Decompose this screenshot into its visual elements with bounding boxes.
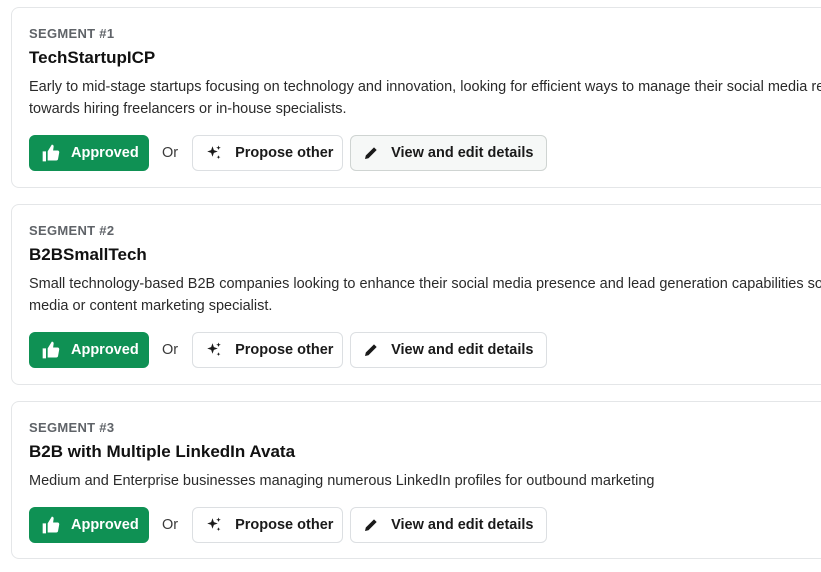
or-separator: Or xyxy=(162,145,179,161)
thumbs-up-icon xyxy=(41,515,61,535)
propose-other-button[interactable]: Propose other xyxy=(192,135,344,171)
sparkles-icon xyxy=(205,144,223,162)
segment-number-label: SEGMENT #1 xyxy=(29,26,115,41)
propose-other-label: Propose other xyxy=(235,342,334,358)
view-edit-details-button[interactable]: View and edit details xyxy=(350,135,548,171)
view-edit-details-button[interactable]: View and edit details xyxy=(350,332,548,368)
segment-actions: Approved Or Propose other View and edit … xyxy=(29,507,548,543)
thumbs-up-icon xyxy=(41,340,61,360)
sparkles-icon xyxy=(205,516,223,534)
propose-other-label: Propose other xyxy=(235,145,334,161)
approved-button[interactable]: Approved xyxy=(29,135,149,171)
segment-title: B2BSmallTech xyxy=(29,245,147,264)
segment-description: Small technology-based B2B companies loo… xyxy=(29,276,821,314)
segment-number-label: SEGMENT #2 xyxy=(29,223,115,238)
segment-title: TechStartupICP xyxy=(29,48,156,67)
approved-label: Approved xyxy=(71,145,139,161)
pencil-icon xyxy=(363,145,379,161)
segment-card-2: SEGMENT #2 B2BSmallTech Small technology… xyxy=(11,204,821,385)
segment-description: Early to mid-stage startups focusing on … xyxy=(29,79,821,117)
or-separator: Or xyxy=(162,342,179,358)
segment-number-label: SEGMENT #3 xyxy=(29,420,115,435)
approved-button[interactable]: Approved xyxy=(29,332,149,368)
segment-actions: Approved Or Propose other View and edit … xyxy=(29,135,548,171)
approved-button[interactable]: Approved xyxy=(29,507,149,543)
segment-description: Medium and Enterprise businesses managin… xyxy=(29,473,655,489)
propose-other-button[interactable]: Propose other xyxy=(192,332,344,368)
propose-other-button[interactable]: Propose other xyxy=(192,507,344,543)
approved-label: Approved xyxy=(71,342,139,358)
approved-label: Approved xyxy=(71,517,139,533)
or-separator: Or xyxy=(162,517,179,533)
segment-card-1: SEGMENT #1 TechStartupICP Early to mid-s… xyxy=(11,7,821,188)
segment-card-3: SEGMENT #3 B2B with Multiple LinkedIn Av… xyxy=(11,401,821,559)
view-edit-details-label: View and edit details xyxy=(391,145,534,161)
segments-list: SEGMENT #1 TechStartupICP Early to mid-s… xyxy=(0,0,821,572)
view-edit-details-label: View and edit details xyxy=(391,517,534,533)
segment-actions: Approved Or Propose other View and edit … xyxy=(29,332,548,368)
sparkles-icon xyxy=(205,341,223,359)
thumbs-up-icon xyxy=(41,143,61,163)
view-edit-details-button[interactable]: View and edit details xyxy=(350,507,548,543)
pencil-icon xyxy=(363,517,379,533)
propose-other-label: Propose other xyxy=(235,517,334,533)
view-edit-details-label: View and edit details xyxy=(391,342,534,358)
segment-title: B2B with Multiple LinkedIn Avata xyxy=(29,442,296,461)
pencil-icon xyxy=(363,342,379,358)
